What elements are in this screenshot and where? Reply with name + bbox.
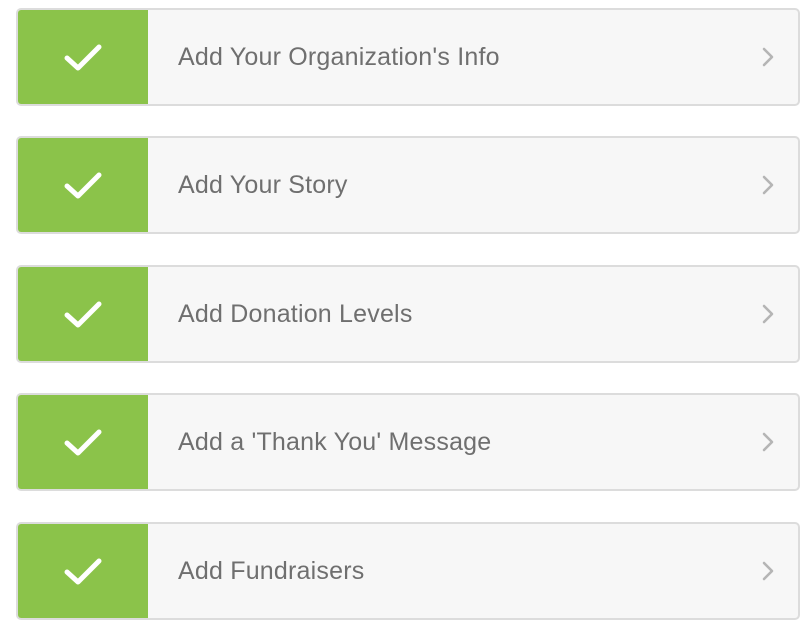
- step-fundraisers[interactable]: Add Fundraisers: [16, 522, 800, 620]
- step-organization-info[interactable]: Add Your Organization's Info: [16, 8, 800, 106]
- chevron-right-icon[interactable]: [738, 267, 798, 361]
- step-story[interactable]: Add Your Story: [16, 136, 800, 234]
- step-complete-indicator: [18, 524, 148, 618]
- step-label: Add Your Story: [178, 170, 348, 199]
- checkmark-icon: [64, 172, 102, 199]
- step-label: Add a 'Thank You' Message: [178, 427, 492, 456]
- chevron-right-icon[interactable]: [738, 524, 798, 618]
- checkmark-icon: [64, 429, 102, 456]
- step-thank-you-message[interactable]: Add a 'Thank You' Message: [16, 393, 800, 491]
- chevron-right-icon[interactable]: [738, 10, 798, 104]
- step-complete-indicator: [18, 395, 148, 489]
- step-complete-indicator: [18, 267, 148, 361]
- step-complete-indicator: [18, 138, 148, 232]
- checkmark-icon: [64, 301, 102, 328]
- chevron-right-icon[interactable]: [738, 395, 798, 489]
- step-label: Add Fundraisers: [178, 556, 365, 585]
- step-label: Add Your Organization's Info: [178, 42, 500, 71]
- checkmark-icon: [64, 44, 102, 71]
- step-label: Add Donation Levels: [178, 299, 413, 328]
- step-donation-levels[interactable]: Add Donation Levels: [16, 265, 800, 363]
- step-complete-indicator: [18, 10, 148, 104]
- checkmark-icon: [64, 558, 102, 585]
- chevron-right-icon[interactable]: [738, 138, 798, 232]
